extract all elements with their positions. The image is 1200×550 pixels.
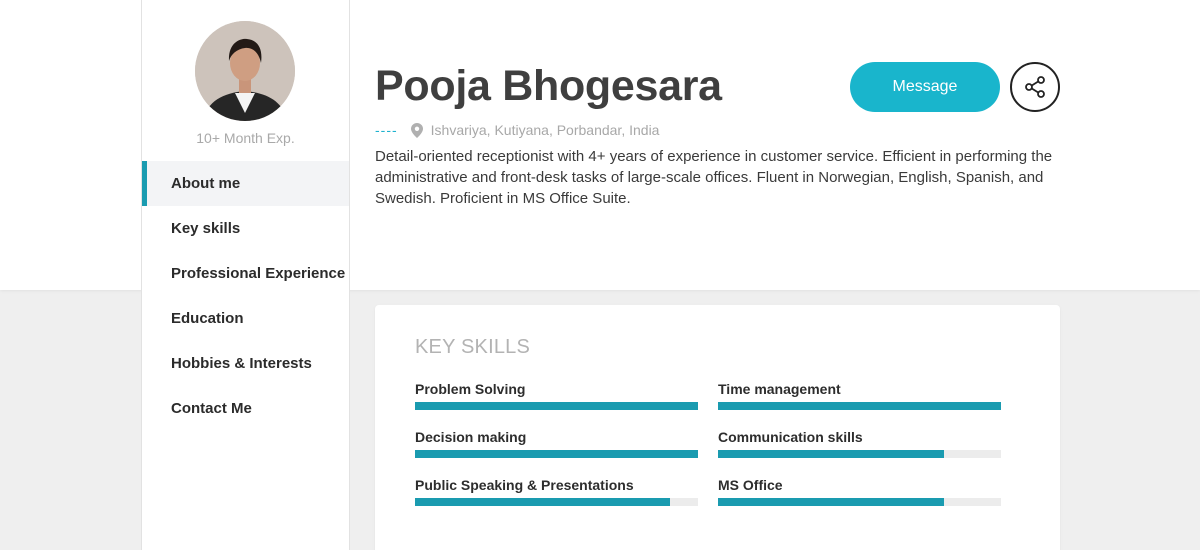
skill-item: Decision making [415, 428, 698, 458]
sidebar-item-professional-experience[interactable]: Professional Experience [142, 251, 349, 296]
about-text: Detail-oriented receptionist with 4+ yea… [375, 148, 1053, 207]
skill-item: Communication skills [718, 428, 1001, 458]
skill-label: Communication skills [718, 429, 863, 445]
skill-item: Time management [718, 380, 1001, 410]
location-text: Ishvariya, Kutiyana, Porbandar, India [430, 122, 660, 138]
profile-name: Pooja Bhogesara [375, 62, 722, 110]
skill-label: MS Office [718, 477, 783, 493]
skill-bar [718, 402, 1001, 410]
avatar [195, 21, 295, 121]
share-icon [1025, 76, 1045, 98]
skill-bar [415, 402, 698, 410]
skill-bar-fill [415, 450, 698, 458]
sidebar-nav: About me Key skills Professional Experie… [142, 161, 349, 431]
skill-label: Time management [718, 381, 841, 397]
key-skills-title: KEY SKILLS [415, 336, 531, 358]
avatar-photo [195, 21, 295, 121]
sidebar-item-about-me[interactable]: About me [142, 161, 349, 206]
skill-item: Public Speaking & Presentations [415, 476, 698, 506]
location-row: ---- Ishvariya, Kutiyana, Porbandar, Ind… [375, 121, 659, 139]
skill-bar-fill [718, 498, 945, 506]
location-prefix: ---- [375, 122, 398, 138]
skill-bar-fill [415, 402, 698, 410]
skill-bar-fill [415, 498, 670, 506]
share-button[interactable] [1010, 62, 1060, 112]
sidebar-item-education[interactable]: Education [142, 296, 349, 341]
map-pin-icon [410, 122, 423, 138]
skill-bar-fill [718, 402, 1001, 410]
sidebar: 10+ Month Exp. About me Key skills Profe… [141, 0, 350, 550]
message-button[interactable]: Message [850, 62, 1000, 112]
skill-label: Public Speaking & Presentations [415, 477, 634, 493]
sidebar-item-key-skills[interactable]: Key skills [142, 206, 349, 251]
skill-item: MS Office [718, 476, 1001, 506]
skill-label: Problem Solving [415, 381, 526, 397]
skill-bar [415, 498, 698, 506]
skill-bar [415, 450, 698, 458]
sidebar-item-hobbies-interests[interactable]: Hobbies & Interests [142, 341, 349, 386]
skill-bar [718, 450, 1001, 458]
skill-label: Decision making [415, 429, 527, 445]
skill-item: Problem Solving [415, 380, 698, 410]
key-skills-card: KEY SKILLS Problem Solving Time manageme… [375, 305, 1060, 550]
sidebar-item-contact-me[interactable]: Contact Me [142, 386, 349, 431]
experience-label: 10+ Month Exp. [196, 130, 295, 146]
skill-bar-fill [718, 450, 945, 458]
skill-bar [718, 498, 1001, 506]
